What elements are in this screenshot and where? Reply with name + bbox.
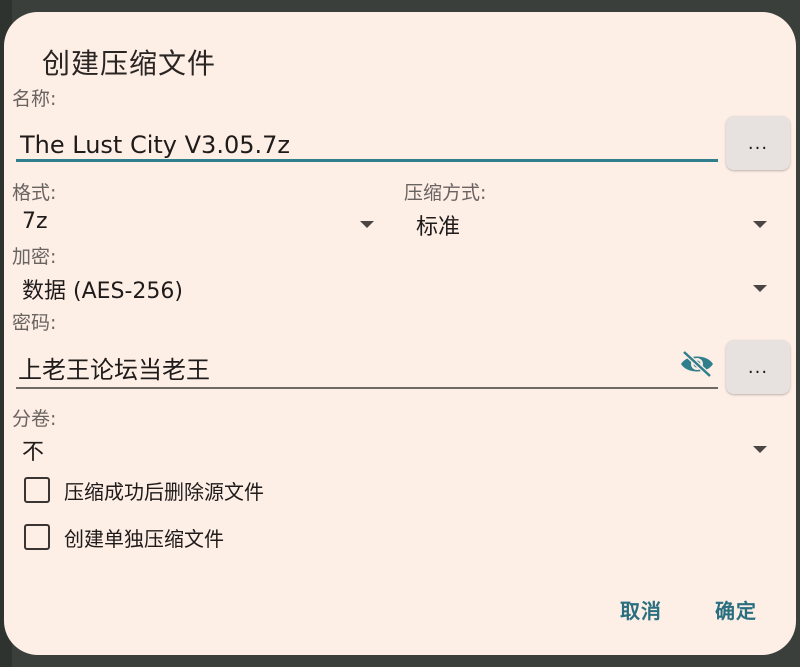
separate-archives-option[interactable]: 创建单独压缩文件 (24, 522, 224, 552)
password-label: 密码: (12, 312, 57, 334)
separate-archives-checkbox[interactable] (24, 524, 50, 550)
separate-archives-label: 创建单独压缩文件 (64, 526, 224, 551)
name-label: 名称: (12, 88, 57, 110)
caret-down-icon (753, 285, 767, 292)
delete-source-label: 压缩成功后删除源文件 (64, 479, 264, 504)
browse-password-button[interactable]: ... (726, 340, 790, 394)
create-archive-dialog: 创建压缩文件 名称: ... 格式: 7z 压缩方式: 标准 加密: 数据 (A… (4, 12, 796, 655)
compression-label: 压缩方式: (404, 182, 487, 204)
delete-source-checkbox[interactable] (24, 477, 50, 503)
caret-down-icon (753, 221, 767, 228)
browse-name-label: ... (747, 132, 769, 154)
format-label: 格式: (12, 182, 57, 204)
format-value: 7z (22, 209, 48, 234)
encryption-select[interactable]: 数据 (AES-256) (22, 269, 778, 309)
split-select[interactable]: 不 (22, 430, 778, 470)
password-input[interactable]: 上老王论坛当老王 (18, 350, 210, 385)
split-label: 分卷: (12, 408, 57, 430)
ok-button[interactable]: 确定 (715, 595, 757, 624)
cancel-button[interactable]: 取消 (620, 595, 662, 624)
delete-source-option[interactable]: 压缩成功后删除源文件 (24, 475, 264, 505)
browse-name-button[interactable]: ... (726, 116, 790, 170)
caret-down-icon (753, 446, 767, 453)
eye-off-icon[interactable] (679, 350, 715, 378)
encryption-label: 加密: (12, 246, 57, 268)
password-input-underline (16, 387, 718, 389)
compression-select[interactable]: 标准 (416, 205, 778, 245)
encryption-value: 数据 (AES-256) (22, 279, 184, 304)
caret-down-icon (360, 221, 374, 228)
format-select[interactable]: 7z (22, 205, 380, 245)
compression-value: 标准 (416, 215, 461, 240)
dialog-title: 创建压缩文件 (42, 47, 217, 80)
split-value: 不 (22, 440, 45, 465)
browse-password-label: ... (747, 356, 769, 378)
name-input-underline (16, 159, 718, 162)
